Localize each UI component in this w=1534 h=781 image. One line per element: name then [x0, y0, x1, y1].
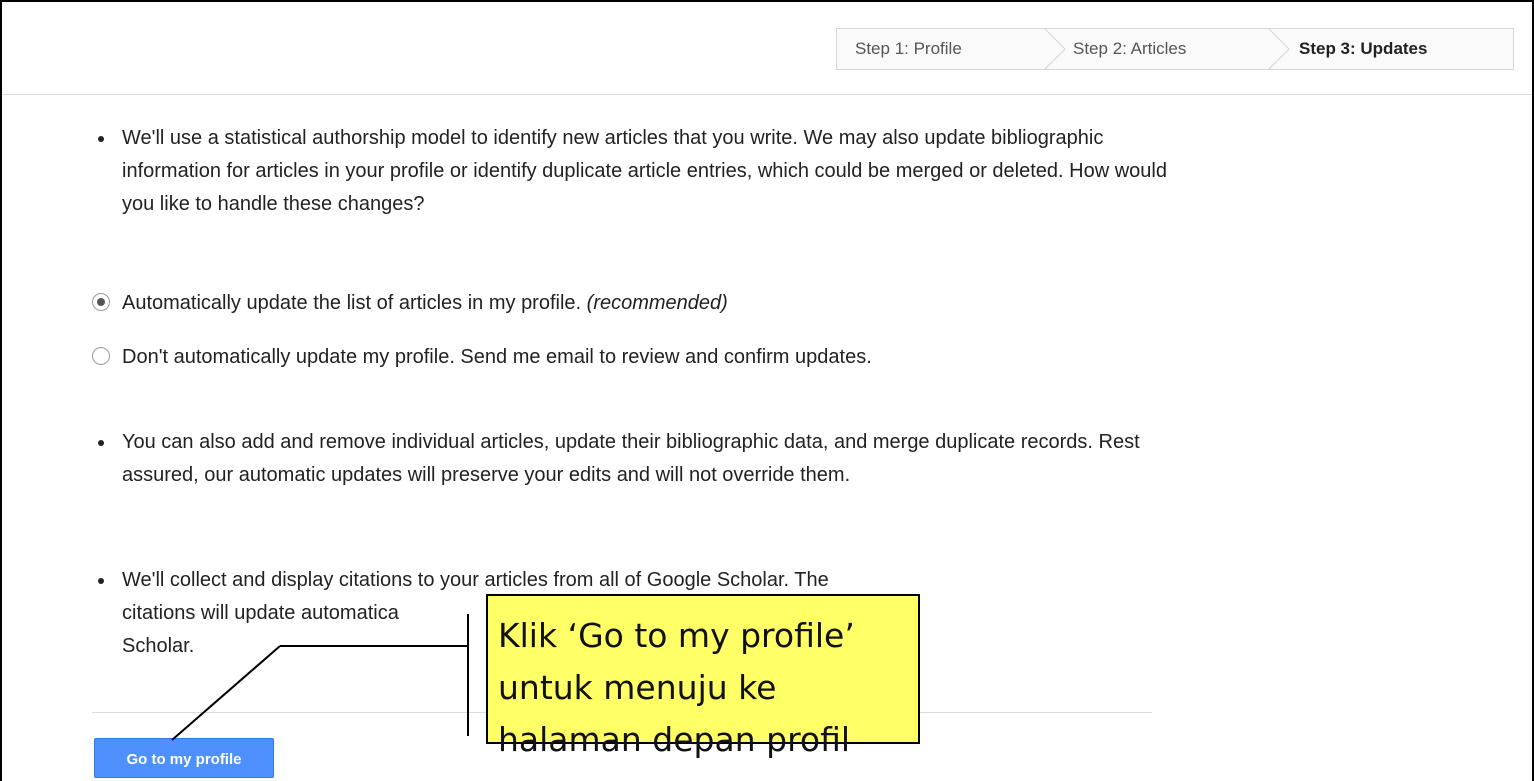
- recommended-note: (recommended): [586, 292, 728, 314]
- step-1-profile[interactable]: Step 1: Profile: [855, 29, 962, 69]
- chevron-right-icon: [1044, 29, 1066, 69]
- tutorial-callout: Klik ‘Go to my profile’ untuk menuju ke …: [486, 594, 920, 759]
- go-to-my-profile-button[interactable]: Go to my profile: [94, 738, 274, 778]
- header-bar: Step 1: Profile Step 2: Articles Step 3:…: [2, 2, 1532, 95]
- bullet-authorship-text: We'll use a statistical authorship model…: [122, 127, 1167, 215]
- bullet-dot: [98, 578, 104, 584]
- chevron-right-icon: [1268, 29, 1290, 69]
- bullet-dot: [98, 440, 104, 446]
- bullet-edit-text: You can also add and remove individual a…: [122, 431, 1140, 486]
- radio-label-auto[interactable]: Automatically update the list of article…: [122, 292, 728, 314]
- bullet-citations-line1: We'll collect and display citations to y…: [122, 569, 829, 591]
- auto-update-text: Automatically update the list of article…: [122, 292, 582, 314]
- list-item: We'll use a statistical authorship model…: [92, 122, 1182, 221]
- radio-button-checked[interactable]: [92, 293, 110, 311]
- step-3-updates: Step 3: Updates: [1299, 39, 1428, 58]
- step-2-articles[interactable]: Step 2: Articles: [1073, 29, 1186, 69]
- page: Step 1: Profile Step 2: Articles Step 3:…: [0, 0, 1534, 781]
- radio-button-unchecked[interactable]: [92, 347, 110, 365]
- list-item: You can also add and remove individual a…: [92, 426, 1182, 492]
- radio-label-manual[interactable]: Don't automatically update my profile. S…: [122, 346, 1022, 368]
- step-progress: Step 1: Profile Step 2: Articles Step 3:…: [836, 28, 1514, 70]
- bullet-dot: [98, 136, 104, 142]
